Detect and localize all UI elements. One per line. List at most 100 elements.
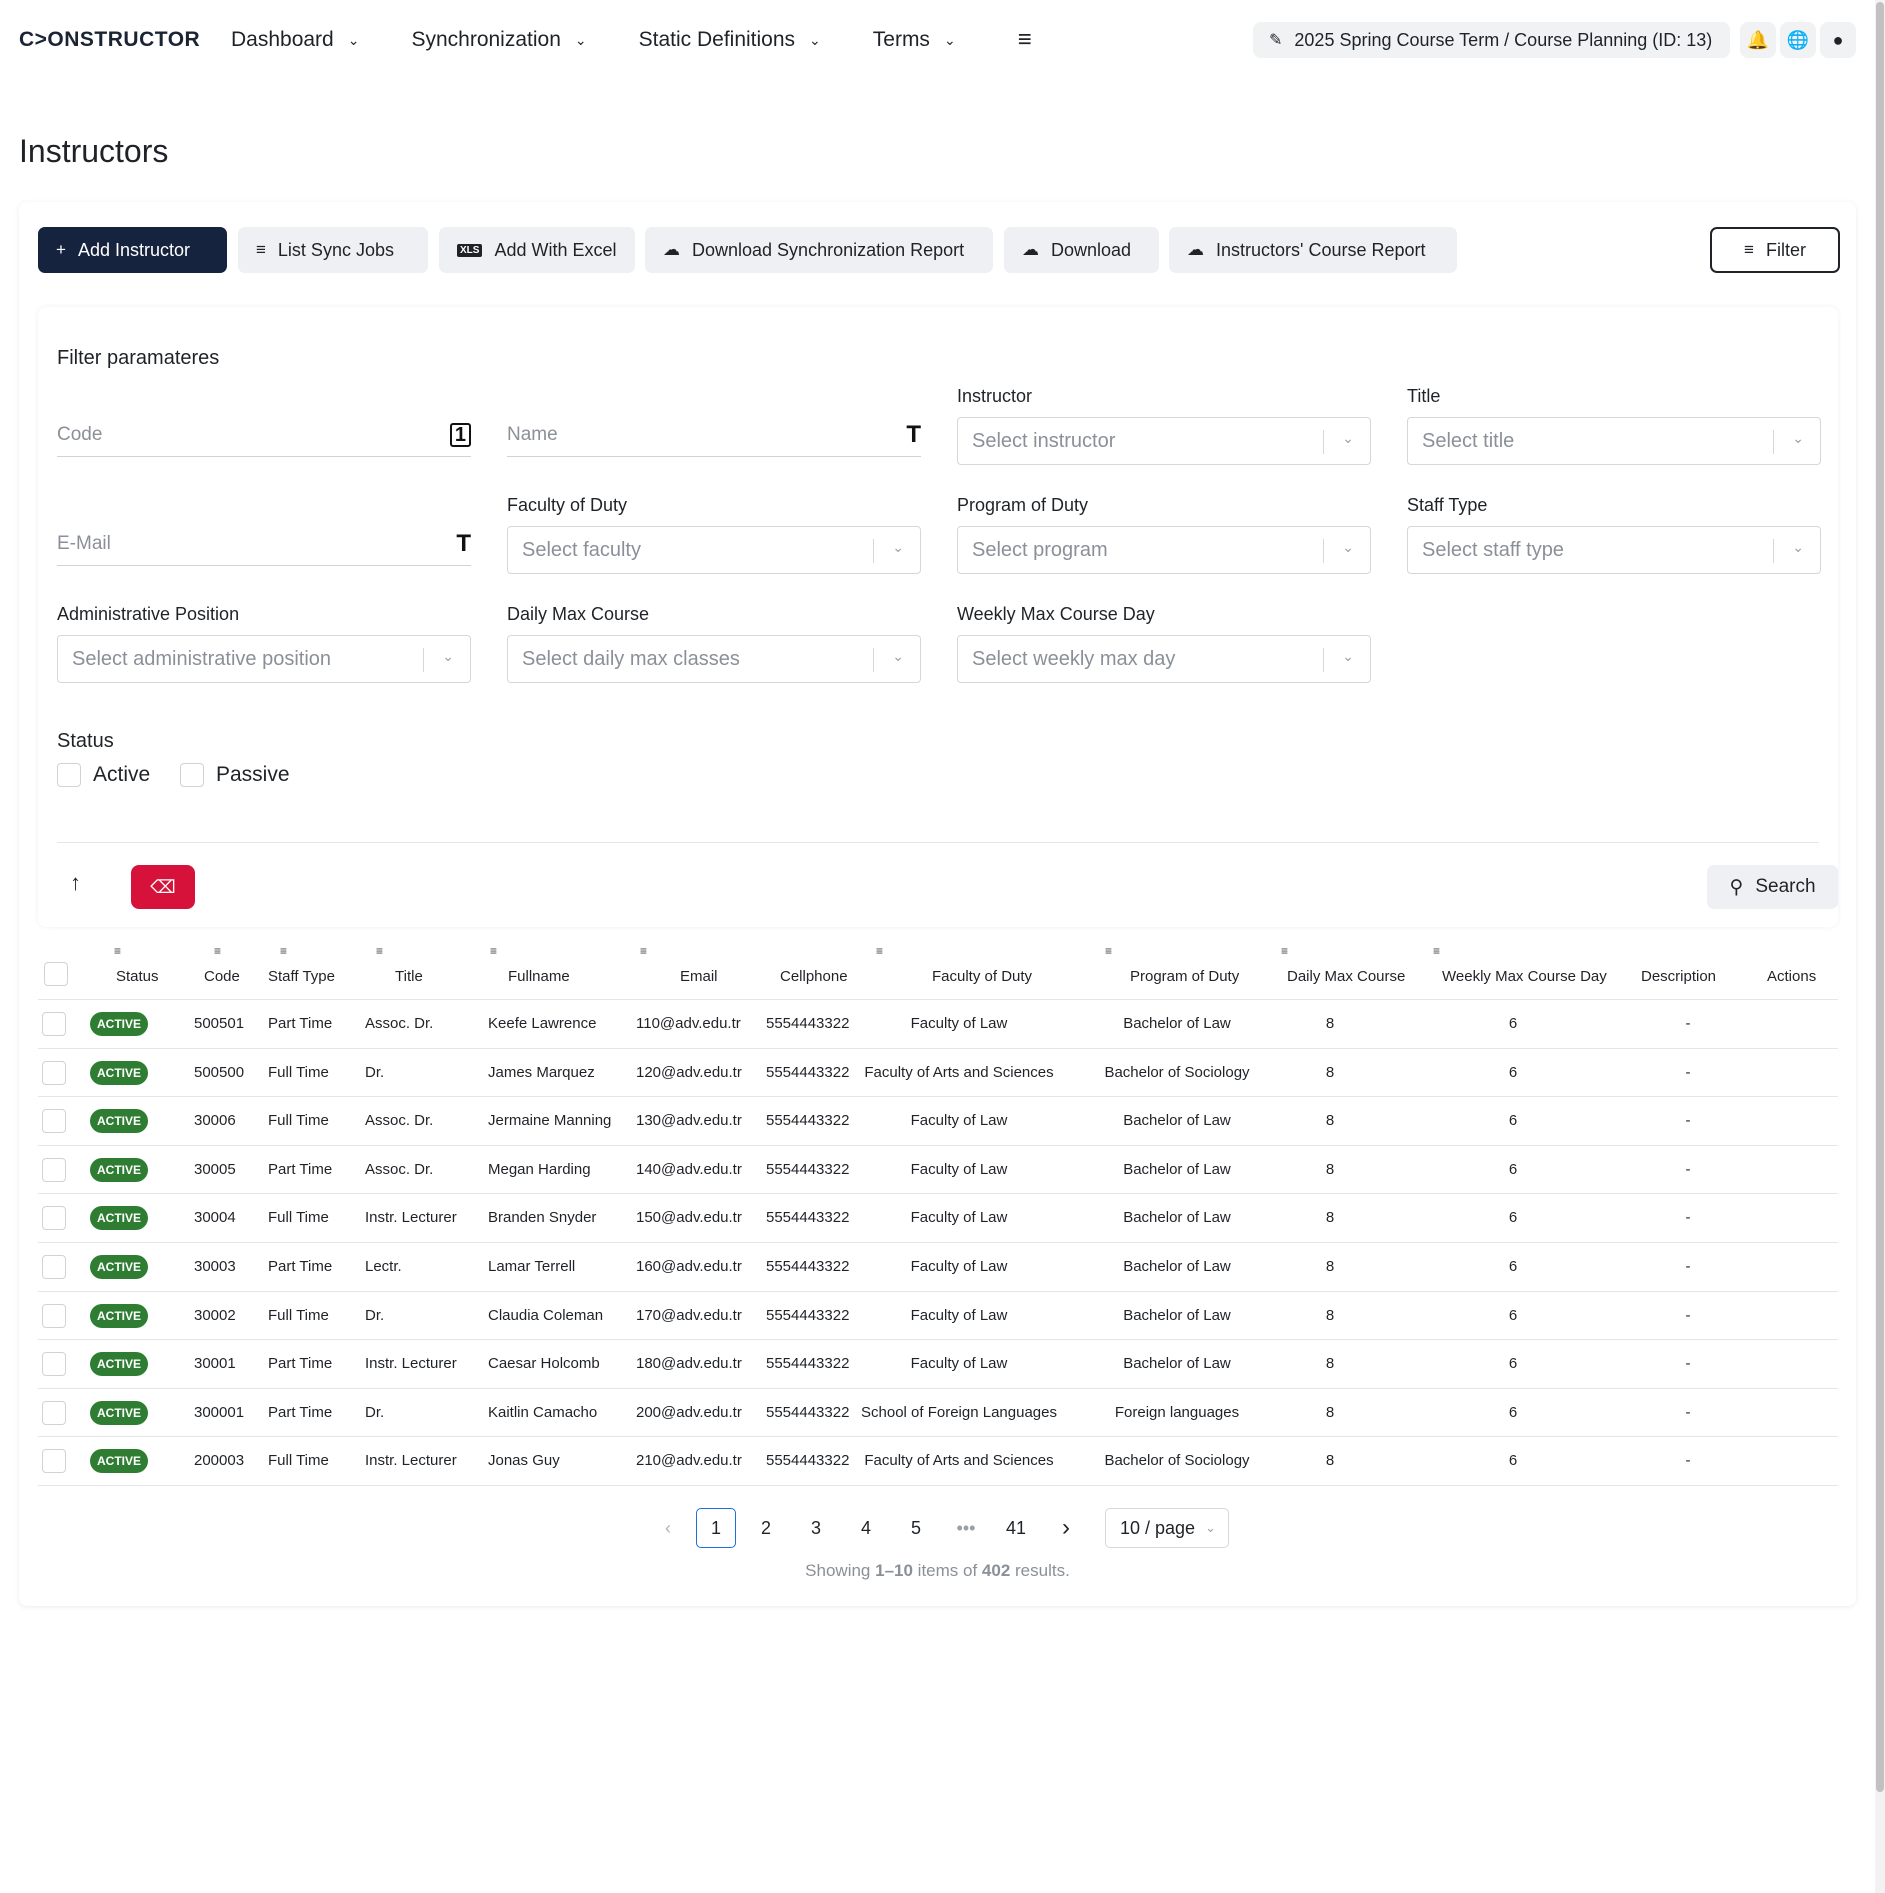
download-button[interactable]: ☁ Download xyxy=(1004,227,1159,273)
code-input[interactable]: Code 1 xyxy=(57,413,471,457)
cloud-download-icon: ☁ xyxy=(663,240,680,259)
row-checkbox[interactable] xyxy=(42,1303,66,1328)
admin-position-select[interactable]: Select administrative position ⌄ xyxy=(57,635,471,683)
sort-icon[interactable]: ≡ xyxy=(1105,944,1112,958)
program-select[interactable]: Select program ⌄ xyxy=(957,526,1371,574)
row-checkbox[interactable] xyxy=(42,1449,66,1474)
table-row[interactable]: ACTIVE 30003 Part Time Lectr. Lamar Terrell 1… xyxy=(38,1243,1838,1292)
row-checkbox[interactable] xyxy=(42,1109,66,1134)
sort-icon[interactable]: ≡ xyxy=(114,944,121,958)
sort-icon[interactable]: ≡ xyxy=(640,944,647,958)
add-with-excel-button[interactable]: XLS Add With Excel xyxy=(439,227,635,273)
row-checkbox[interactable] xyxy=(42,1157,66,1182)
table-row[interactable]: ACTIVE 300001 Part Time Dr. Kaitlin Camacho 2… xyxy=(38,1389,1838,1438)
column-header[interactable]: Cellphone xyxy=(780,968,848,985)
search-button[interactable]: ⚲ Search xyxy=(1707,865,1838,909)
cell-weekly-max: 6 xyxy=(1508,1452,1518,1470)
faculty-select[interactable]: Select faculty ⌄ xyxy=(507,526,921,574)
page-2[interactable]: 2 xyxy=(746,1508,786,1548)
column-header[interactable]: Title xyxy=(395,968,423,985)
table-row[interactable]: ACTIVE 30006 Full Time Assoc. Dr. Jermaine M… xyxy=(38,1097,1838,1146)
app-logo[interactable]: C>ONSTRUCTOR xyxy=(19,28,231,52)
table-header: Status ≡ Code ≡ Staff Type ≡ Title ≡ Ful… xyxy=(38,932,1838,1000)
cell-daily-max: 8 xyxy=(1325,1063,1335,1081)
user-button[interactable]: ● xyxy=(1820,22,1856,58)
column-header[interactable]: Status xyxy=(116,968,159,985)
email-input[interactable]: E-Mail T xyxy=(57,522,471,566)
status-passive-checkbox[interactable]: Passive xyxy=(180,763,290,787)
page-41[interactable]: 41 xyxy=(996,1508,1036,1548)
column-header[interactable]: Email xyxy=(680,968,718,985)
status-badge: ACTIVE xyxy=(90,1157,149,1182)
instructor-select[interactable]: Select instructor ⌄ xyxy=(957,417,1371,465)
column-header[interactable]: Faculty of Duty xyxy=(932,968,1032,985)
scrollbar-thumb[interactable] xyxy=(1876,2,1884,1792)
row-checkbox[interactable] xyxy=(42,1254,66,1279)
list-sync-jobs-button[interactable]: ≡ List Sync Jobs xyxy=(238,227,428,273)
arrow-up-icon[interactable]: ↑ xyxy=(70,870,81,896)
checkbox[interactable] xyxy=(180,763,204,787)
staff-type-select[interactable]: Select staff type ⌄ xyxy=(1407,526,1821,574)
filter-button[interactable]: ≡ Filter xyxy=(1710,227,1840,273)
sort-icon[interactable]: ≡ xyxy=(876,944,883,958)
nav-static-definitions[interactable]: Static Definitions ⌄ xyxy=(639,28,821,52)
page-4[interactable]: 4 xyxy=(846,1508,886,1548)
table-row[interactable]: ACTIVE 200003 Full Time Instr. Lecturer Jona… xyxy=(38,1437,1838,1486)
table-row[interactable]: ACTIVE 30004 Full Time Instr. Lecturer Brand… xyxy=(38,1194,1838,1243)
sort-icon[interactable]: ≡ xyxy=(376,944,383,958)
page-ellipsis[interactable]: ••• xyxy=(946,1508,986,1548)
column-header[interactable]: Code xyxy=(204,968,240,985)
language-button[interactable]: 🌐 xyxy=(1780,22,1816,58)
row-checkbox[interactable] xyxy=(42,1400,66,1425)
download-sync-report-button[interactable]: ☁ Download Synchronization Report xyxy=(645,227,993,273)
notification-button[interactable]: 🔔 xyxy=(1740,22,1776,58)
row-checkbox[interactable] xyxy=(42,1206,66,1231)
status-badge: ACTIVE xyxy=(90,1206,149,1231)
row-checkbox[interactable] xyxy=(42,1352,66,1377)
sort-icon[interactable]: ≡ xyxy=(1433,944,1440,958)
clear-filters-button[interactable]: ⌫ xyxy=(131,865,195,909)
column-header[interactable]: Weekly Max Course Day xyxy=(1442,968,1607,985)
nav-synchronization[interactable]: Synchronization ⌄ xyxy=(411,28,586,52)
table-row[interactable]: ACTIVE 500500 Full Time Dr. James Marquez 120… xyxy=(38,1049,1838,1098)
term-selector[interactable]: ✎ 2025 Spring Course Term / Course Plann… xyxy=(1253,22,1730,58)
nav-terms[interactable]: Terms ⌄ xyxy=(873,28,956,52)
column-header[interactable]: Program of Duty xyxy=(1130,968,1239,985)
page-3[interactable]: 3 xyxy=(796,1508,836,1548)
column-header[interactable]: Staff Type xyxy=(268,968,335,985)
column-header[interactable]: Fullname xyxy=(508,968,570,985)
page-5[interactable]: 5 xyxy=(896,1508,936,1548)
table-row[interactable]: ACTIVE 30001 Part Time Instr. Lecturer Caesa… xyxy=(38,1340,1838,1389)
table-row[interactable]: ACTIVE 500501 Part Time Assoc. Dr. Keefe Law… xyxy=(38,1000,1838,1049)
title-select[interactable]: Select title ⌄ xyxy=(1407,417,1821,465)
add-instructor-button[interactable]: + Add Instructor xyxy=(38,227,227,273)
sort-icon[interactable]: ≡ xyxy=(490,944,497,958)
filter-icon: ≡ xyxy=(1744,240,1754,259)
list-add-icon: ≡ xyxy=(256,240,266,259)
table-row[interactable]: ACTIVE 30005 Part Time Assoc. Dr. Megan Hard… xyxy=(38,1146,1838,1195)
row-checkbox[interactable] xyxy=(42,1012,66,1036)
cell-cellphone: 5554443322 xyxy=(766,1403,850,1421)
cell-title: Assoc. Dr. xyxy=(365,1160,434,1178)
page-1[interactable]: 1 xyxy=(696,1508,736,1548)
sort-icon[interactable]: ≡ xyxy=(280,944,287,958)
checkbox[interactable] xyxy=(57,763,81,787)
column-header[interactable]: Daily Max Course xyxy=(1287,968,1405,985)
name-input[interactable]: Name T xyxy=(507,413,921,457)
sort-icon[interactable]: ≡ xyxy=(1281,944,1288,958)
weekly-max-select[interactable]: Select weekly max day ⌄ xyxy=(957,635,1371,683)
status-active-checkbox[interactable]: Active xyxy=(57,763,150,787)
daily-max-select[interactable]: Select daily max classes ⌄ xyxy=(507,635,921,683)
page-size-select[interactable]: 10 / page ⌄ xyxy=(1105,1508,1229,1548)
next-page-button[interactable]: › xyxy=(1046,1508,1086,1548)
instructor-placeholder: Select instructor xyxy=(972,429,1116,452)
select-all-checkbox[interactable] xyxy=(44,962,68,986)
course-report-button[interactable]: ☁ Instructors' Course Report xyxy=(1169,227,1457,273)
row-checkbox[interactable] xyxy=(42,1060,66,1085)
sort-icon[interactable]: ≡ xyxy=(214,944,221,958)
table-row[interactable]: ACTIVE 30002 Full Time Dr. Claudia Coleman 17… xyxy=(38,1292,1838,1341)
nav-dashboard[interactable]: Dashboard ⌄ xyxy=(231,28,359,52)
page-scrollbar[interactable] xyxy=(1875,0,1885,1893)
menu-icon[interactable]: ≡ xyxy=(1018,26,1032,54)
prev-page-button[interactable]: ‹ xyxy=(648,1508,688,1548)
